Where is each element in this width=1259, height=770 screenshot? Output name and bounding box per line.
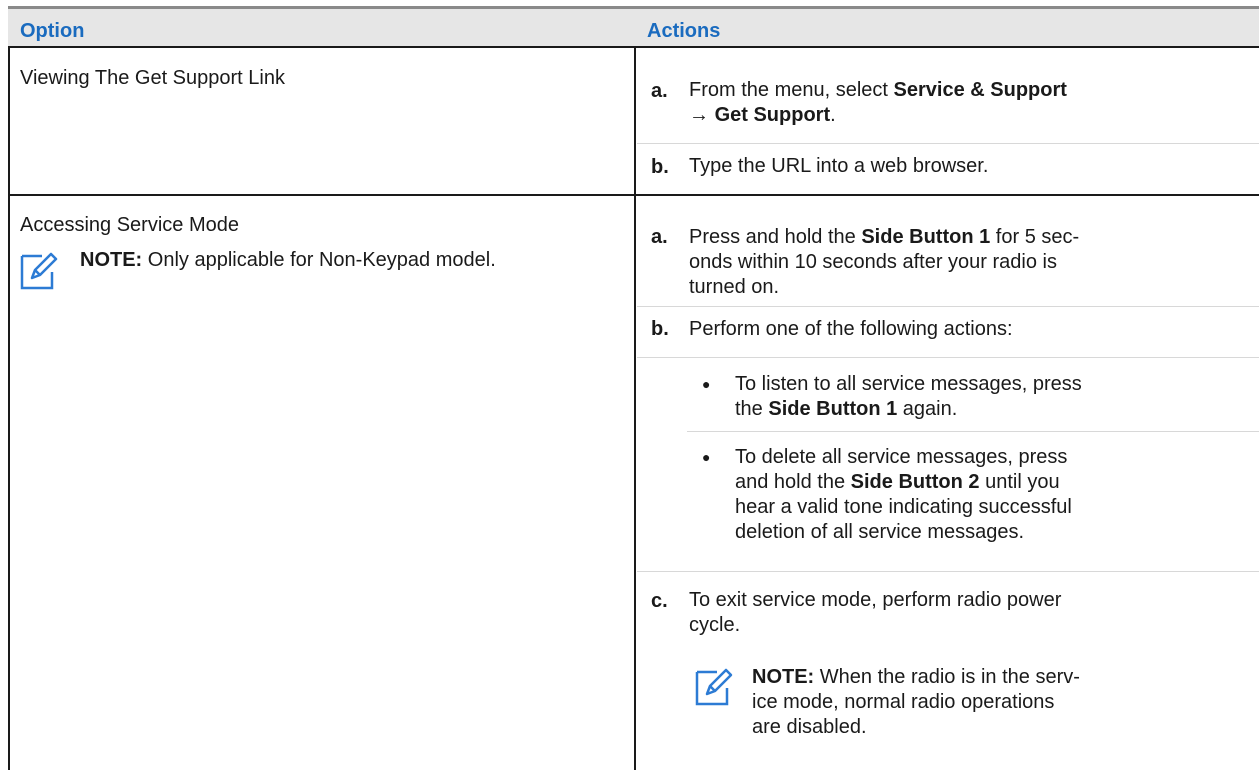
row2-bullet-2: To delete all service messages, press an…: [735, 446, 1072, 543]
row2-step-a-text: Press and hold the Side Button 1 for 5 s…: [689, 226, 1080, 298]
table-border-left: [8, 47, 10, 770]
document-table: Option Actions Viewing The Get Support L…: [0, 0, 1259, 770]
row2-step-b-text: Perform one of the following actions:: [689, 318, 1013, 340]
row2-step-c-label: c.: [651, 590, 668, 612]
row2-step-c-text: To exit service mode, perform radio powe…: [689, 589, 1062, 636]
header-option-label: Option: [20, 20, 85, 42]
header-actions: Actions: [635, 6, 1259, 47]
note-icon: [20, 252, 58, 290]
row2-option: Accessing Service Mode: [20, 214, 239, 236]
row-divider: [8, 194, 1259, 196]
row2-step-separator-1: [637, 306, 1259, 307]
row1-step-b-text: Type the URL into a web browser.: [689, 155, 989, 177]
row2-step-a-label: a.: [651, 226, 668, 248]
bullet-icon: ●: [702, 376, 711, 392]
header-actions-label: Actions: [647, 20, 721, 42]
row2-step-b-label: b.: [651, 318, 669, 340]
row2-step-c-note: NOTE: When the radio is in the serv- ice…: [752, 666, 1080, 738]
row2-bullet-separator: [687, 431, 1259, 432]
row2-note: NOTE: Only applicable for Non-Keypad mod…: [80, 249, 496, 271]
header-bottom-rule: [8, 46, 1259, 48]
row1-step-a-label: a.: [651, 80, 668, 102]
row2-step-separator-3: [637, 571, 1259, 572]
row2-step-separator-2: [637, 357, 1259, 358]
row1-step-a-text: From the menu, select Service & Support …: [689, 79, 1067, 126]
row1-step-separator: [637, 143, 1259, 144]
bullet-icon: ●: [702, 449, 711, 465]
row1-step-b-label: b.: [651, 156, 669, 178]
row2-bullet-1: To listen to all service messages, press…: [735, 373, 1082, 420]
header-option: Option: [8, 6, 635, 47]
table-column-divider: [634, 47, 636, 770]
note-icon: [695, 668, 733, 706]
row1-option: Viewing The Get Support Link: [20, 67, 285, 89]
